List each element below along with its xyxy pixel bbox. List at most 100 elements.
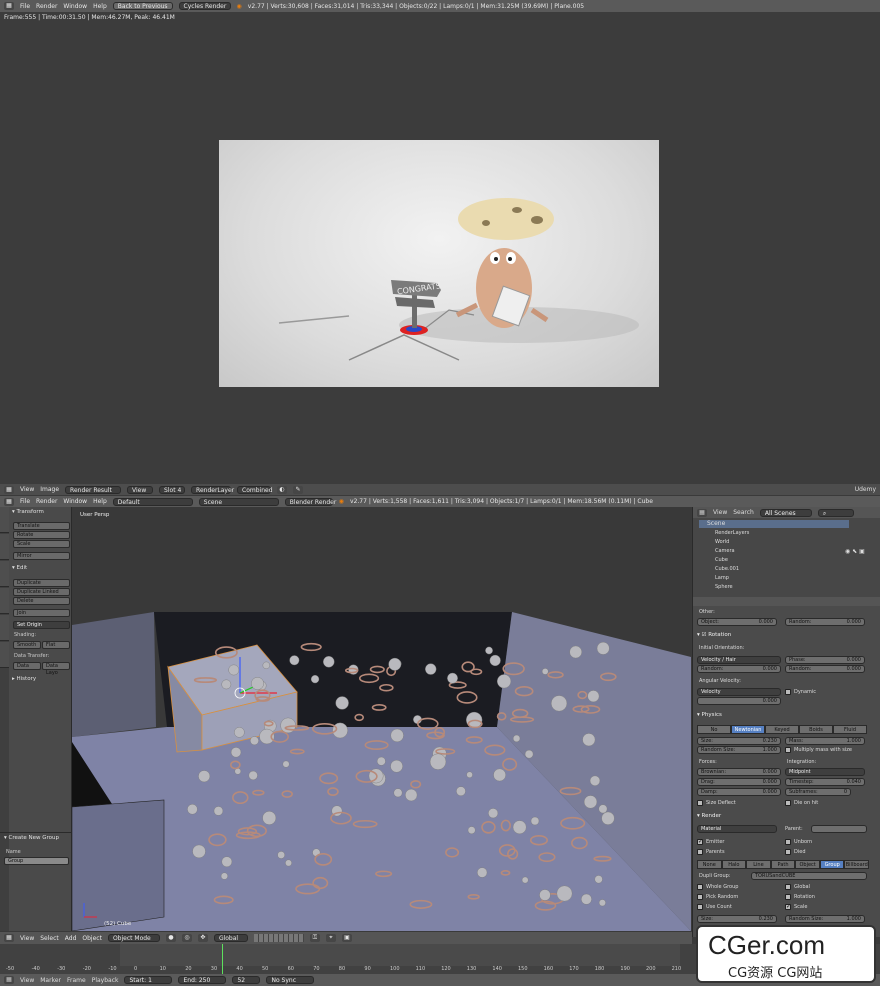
- tree-item-renderlayers[interactable]: RenderLayers: [715, 530, 749, 536]
- multiply-mass-checkbox[interactable]: [785, 747, 791, 753]
- tab-tools[interactable]: [0, 507, 9, 533]
- parent-field[interactable]: [811, 825, 867, 833]
- random-field[interactable]: Random: 0.000: [785, 618, 865, 626]
- pick-random-checkbox[interactable]: [697, 894, 703, 900]
- menu-help[interactable]: Help: [93, 498, 107, 505]
- start-frame-field[interactable]: Start: 1: [124, 976, 173, 984]
- angular-value-field[interactable]: 0.000: [697, 697, 781, 705]
- pin-icon[interactable]: ✎: [293, 485, 304, 494]
- menu-view[interactable]: View: [20, 935, 34, 942]
- editor-type-icon[interactable]: ▦: [697, 508, 707, 517]
- render-type-line[interactable]: Line: [746, 860, 771, 869]
- slot-dropdown[interactable]: Slot 4: [159, 485, 186, 494]
- render-engine-dropdown[interactable]: Cycles Render: [178, 2, 231, 10]
- menu-render[interactable]: Render: [36, 498, 57, 505]
- material-dropdown[interactable]: Material: [697, 825, 777, 833]
- velocity-hair-dropdown[interactable]: Velocity / Hair: [697, 656, 781, 664]
- menu-playback[interactable]: Playback: [92, 977, 119, 984]
- tree-item-sphere[interactable]: Sphere: [715, 584, 733, 590]
- smooth-button[interactable]: Smooth: [13, 641, 41, 649]
- subframes-field[interactable]: Subframes: 0: [785, 788, 851, 796]
- tree-item-scene[interactable]: Scene: [699, 520, 849, 528]
- translate-button[interactable]: Translate: [13, 522, 70, 530]
- size-field[interactable]: Size: 0.230: [697, 737, 781, 745]
- visibility-icons[interactable]: ◉ ⬉ ▣: [845, 548, 865, 555]
- menu-search[interactable]: Search: [733, 509, 754, 516]
- engine-dropdown[interactable]: Blender Render: [284, 497, 336, 506]
- duplicate-linked-button[interactable]: Duplicate Linked: [13, 588, 70, 596]
- tree-item-cube-001[interactable]: Cube.001: [715, 566, 739, 572]
- random-size-field[interactable]: Random Size: 1.000: [697, 746, 781, 754]
- view-dropdown[interactable]: View: [127, 485, 154, 494]
- timestep-field[interactable]: Timestep: 0.040: [785, 778, 865, 786]
- editor-type-icon[interactable]: ▦: [4, 2, 14, 10]
- rotation-header[interactable]: ▾ ☑ Rotation: [697, 632, 731, 638]
- integration-dropdown[interactable]: Midpoint: [785, 768, 865, 776]
- set-origin-dropdown[interactable]: Set Origin: [13, 621, 70, 629]
- editor-type-icon[interactable]: ▦: [4, 934, 14, 942]
- brownian-field[interactable]: Brownian: 0.000: [697, 768, 781, 776]
- scene-dropdown[interactable]: Scene: [198, 497, 279, 506]
- menu-frame[interactable]: Frame: [67, 977, 86, 984]
- unborn-checkbox[interactable]: [785, 839, 791, 845]
- orientation-dropdown[interactable]: Global: [213, 934, 248, 942]
- die-on-hit-checkbox[interactable]: [785, 800, 791, 806]
- size-deflect-checkbox[interactable]: [697, 800, 703, 806]
- physics-type-no[interactable]: No: [697, 725, 731, 734]
- search-input[interactable]: ⌕: [817, 508, 854, 517]
- menu-help[interactable]: Help: [93, 3, 107, 10]
- snap-icon[interactable]: ⌖: [325, 934, 336, 942]
- physics-type-fluid[interactable]: Fluid: [833, 725, 867, 734]
- mass-field[interactable]: Mass: 1.000: [785, 737, 865, 745]
- render-type-none[interactable]: None: [697, 860, 722, 869]
- image-dropdown[interactable]: Render Result: [65, 485, 122, 494]
- menu-file[interactable]: File: [20, 3, 30, 10]
- pass-dropdown[interactable]: Combined: [237, 485, 273, 494]
- menu-add[interactable]: Add: [65, 935, 77, 942]
- render-type-billboard[interactable]: Billboard: [844, 860, 870, 869]
- parents-checkbox[interactable]: [697, 849, 703, 855]
- tab-relations[interactable]: [0, 561, 9, 587]
- shading-icon[interactable]: ●: [165, 934, 176, 942]
- data-button[interactable]: Data: [13, 662, 41, 670]
- damp-field[interactable]: Damp: 0.000: [697, 788, 781, 796]
- menu-window[interactable]: Window: [63, 498, 87, 505]
- menu-view[interactable]: View: [20, 486, 34, 493]
- tree-item-cube[interactable]: Cube: [715, 557, 728, 563]
- render-header[interactable]: ▾ Render: [697, 813, 721, 819]
- menu-object[interactable]: Object: [82, 935, 102, 942]
- scale-checkbox[interactable]: [785, 903, 791, 910]
- velocity-dropdown[interactable]: Velocity: [697, 688, 781, 696]
- render-type-object[interactable]: Object: [795, 860, 820, 869]
- emitter-checkbox[interactable]: [697, 838, 703, 845]
- layout-dropdown[interactable]: Default: [112, 497, 193, 506]
- lock-icon[interactable]: ⚿: [309, 934, 320, 942]
- transform-panel-header[interactable]: ▾ Transform: [12, 509, 44, 515]
- physics-type-newtonian[interactable]: Newtonian: [731, 725, 765, 734]
- tab-create[interactable]: [0, 534, 9, 560]
- menu-select[interactable]: Select: [40, 935, 59, 942]
- delete-button[interactable]: Delete: [13, 597, 70, 605]
- drag-field[interactable]: Drag: 0.000: [697, 778, 781, 786]
- history-panel-header[interactable]: ▸ History: [12, 676, 36, 682]
- random-field-2[interactable]: Random: 0.000: [785, 665, 865, 673]
- current-frame-field[interactable]: 52: [232, 976, 261, 984]
- use-count-checkbox[interactable]: [697, 904, 703, 910]
- flat-button[interactable]: Flat: [42, 641, 70, 649]
- global-checkbox[interactable]: [785, 884, 791, 890]
- scale-button[interactable]: Scale: [13, 540, 70, 548]
- editor-type-icon[interactable]: ▦: [4, 485, 14, 494]
- menu-image[interactable]: Image: [40, 486, 59, 493]
- data-layout-button[interactable]: Data Layo: [42, 662, 70, 676]
- rotation-checkbox[interactable]: [785, 894, 791, 900]
- sync-dropdown[interactable]: No Sync: [266, 976, 315, 984]
- group-name-field[interactable]: Group: [4, 857, 69, 865]
- tab-animation[interactable]: [0, 588, 9, 614]
- layers-grid[interactable]: [253, 934, 304, 942]
- menu-file[interactable]: File: [20, 498, 30, 505]
- phase-field[interactable]: Phase: 0.000: [785, 656, 865, 664]
- properties-tabs[interactable]: [693, 597, 880, 606]
- physics-header[interactable]: ▾ Physics: [697, 712, 722, 718]
- render-type-halo[interactable]: Halo: [721, 860, 747, 869]
- object-field[interactable]: Object: 0.000: [697, 618, 777, 626]
